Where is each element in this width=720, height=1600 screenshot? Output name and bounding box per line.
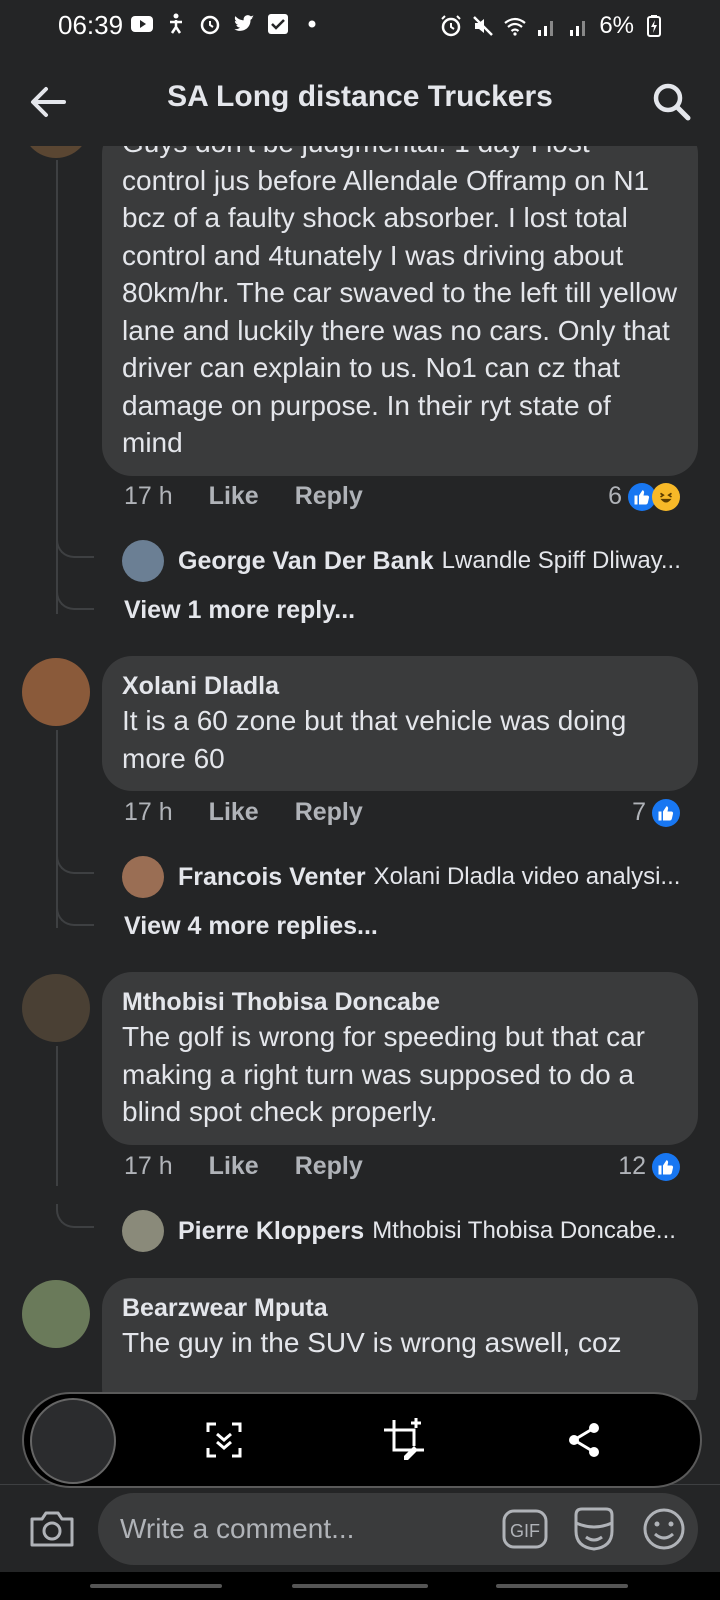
comment-bubble[interactable]: Mthobisi Thobisa Doncabe The golf is wro… — [102, 972, 698, 1145]
top-app-bar: SA Long distance Truckers — [0, 60, 720, 146]
reaction-count: 6 — [608, 482, 622, 510]
avatar[interactable] — [22, 974, 90, 1042]
battery-percent: 6% — [599, 12, 634, 39]
comments-feed[interactable]: Guys don't be judgmental. 1 day I lost c… — [0, 140, 720, 1400]
like-reaction-icon — [652, 798, 680, 827]
like-button[interactable]: Like — [209, 798, 259, 827]
reply-preview[interactable]: George Van Der Bank Lwandle Spiff Dliway… — [122, 540, 692, 582]
camera-icon[interactable] — [26, 1503, 78, 1555]
nav-back-handle[interactable] — [90, 1584, 222, 1588]
comment-author[interactable]: Xolani Dladla — [122, 670, 678, 702]
avatar — [122, 540, 164, 582]
scroll-capture-icon[interactable] — [200, 1416, 248, 1464]
reply-snippet: Mthobisi Thobisa Doncabe... — [372, 1217, 676, 1244]
sticker-icon[interactable] — [570, 1505, 618, 1553]
comment-meta: 17 h Like Reply 7 — [124, 798, 700, 827]
like-button[interactable]: Like — [209, 1152, 259, 1181]
thread-connector — [56, 902, 94, 926]
comment-bubble[interactable]: Guys don't be judgmental. 1 day I lost c… — [102, 140, 698, 476]
signal-icon — [538, 21, 554, 36]
checkbox-icon — [268, 14, 288, 34]
comment-time: 17 h — [124, 1152, 173, 1180]
twitter-icon — [234, 15, 254, 31]
gif-label: GIF — [510, 1521, 540, 1541]
status-time: 06:39 — [58, 10, 124, 40]
youtube-icon — [131, 16, 153, 32]
share-icon[interactable] — [560, 1416, 608, 1464]
comment-time: 17 h — [124, 482, 173, 510]
view-more-replies[interactable]: View 1 more reply... — [124, 596, 355, 625]
reply-preview[interactable]: Francois Venter Xolani Dladla video anal… — [122, 856, 692, 898]
comment-text: The golf is wrong for speeding but that … — [122, 1021, 645, 1127]
haha-reaction-icon — [652, 482, 680, 511]
signal-icon — [570, 21, 586, 36]
screenshot-toolbar — [22, 1392, 702, 1488]
emoji-icon[interactable] — [640, 1505, 688, 1553]
thread-connector — [56, 534, 94, 558]
reply-button[interactable]: Reply — [295, 482, 363, 511]
comment-bubble[interactable]: Xolani Dladla It is a 60 zone but that v… — [102, 656, 698, 791]
alarm-icon — [441, 15, 462, 37]
avatar — [122, 1210, 164, 1252]
comment-text: It is a 60 zone but that vehicle was doi… — [122, 705, 627, 774]
reply-preview[interactable]: Pierre Kloppers Mthobisi Thobisa Doncabe… — [122, 1210, 692, 1252]
battery-charging-icon — [647, 15, 661, 37]
reply-button[interactable]: Reply — [295, 1152, 363, 1181]
thread-connector — [56, 850, 94, 874]
system-nav-bar — [0, 1572, 720, 1600]
comment-bubble[interactable]: Bearzwear Mputa The guy in the SUV is wr… — [102, 1278, 698, 1400]
reply-author: Francois Venter — [178, 862, 366, 891]
thread-connector — [56, 586, 94, 610]
nav-home-handle[interactable] — [292, 1584, 428, 1588]
comment-author[interactable]: Bearzwear Mputa — [122, 1292, 678, 1324]
accessibility-icon — [170, 13, 182, 34]
reaction-count: 7 — [632, 798, 646, 826]
reply-snippet: Lwandle Spiff Dliway... — [441, 547, 681, 574]
view-more-replies[interactable]: View 4 more replies... — [124, 912, 378, 941]
thread-line — [56, 730, 58, 928]
like-reaction-icon — [652, 1152, 680, 1181]
comment-time: 17 h — [124, 798, 173, 826]
status-right: 6% — [439, 12, 666, 40]
comment-text: The guy in the SUV is wrong aswell, coz — [122, 1327, 622, 1358]
search-icon[interactable] — [648, 78, 696, 126]
reaction-count: 12 — [618, 1152, 646, 1180]
crop-edit-icon[interactable] — [380, 1416, 428, 1464]
mute-icon — [473, 16, 494, 36]
avatar[interactable] — [22, 1280, 90, 1348]
thread-line — [56, 1046, 58, 1186]
nav-recents-handle[interactable] — [496, 1584, 628, 1588]
reply-button[interactable]: Reply — [295, 798, 363, 827]
avatar — [122, 856, 164, 898]
like-button[interactable]: Like — [209, 482, 259, 511]
screenshot-thumbnail[interactable] — [30, 1398, 116, 1484]
page-title: SA Long distance Truckers — [167, 80, 553, 113]
comment-author[interactable]: Mthobisi Thobisa Doncabe — [122, 986, 678, 1018]
avatar[interactable] — [22, 658, 90, 726]
reactions[interactable]: 7 — [632, 798, 680, 827]
wifi-icon — [504, 17, 526, 36]
reactions[interactable]: 12 — [618, 1152, 680, 1181]
status-bar: 06:39 6% — [0, 0, 720, 52]
comment-text: Guys don't be judgmental. 1 day I lost c… — [122, 140, 678, 458]
reactions[interactable]: 6 — [608, 482, 680, 511]
comment-meta: 17 h Like Reply 6 — [124, 482, 700, 511]
reply-author: George Van Der Bank — [178, 546, 434, 575]
dot-icon — [308, 20, 316, 28]
alarm-icon — [200, 15, 220, 35]
comment-meta: 17 h Like Reply 12 — [124, 1152, 700, 1181]
comment-composer: GIF — [0, 1484, 720, 1572]
reply-snippet: Xolani Dladla video analysi... — [373, 863, 681, 890]
gif-icon[interactable]: GIF — [502, 1507, 548, 1551]
reply-author: Pierre Kloppers — [178, 1216, 365, 1245]
status-left-icons — [130, 12, 324, 36]
thread-connector — [56, 1204, 94, 1228]
